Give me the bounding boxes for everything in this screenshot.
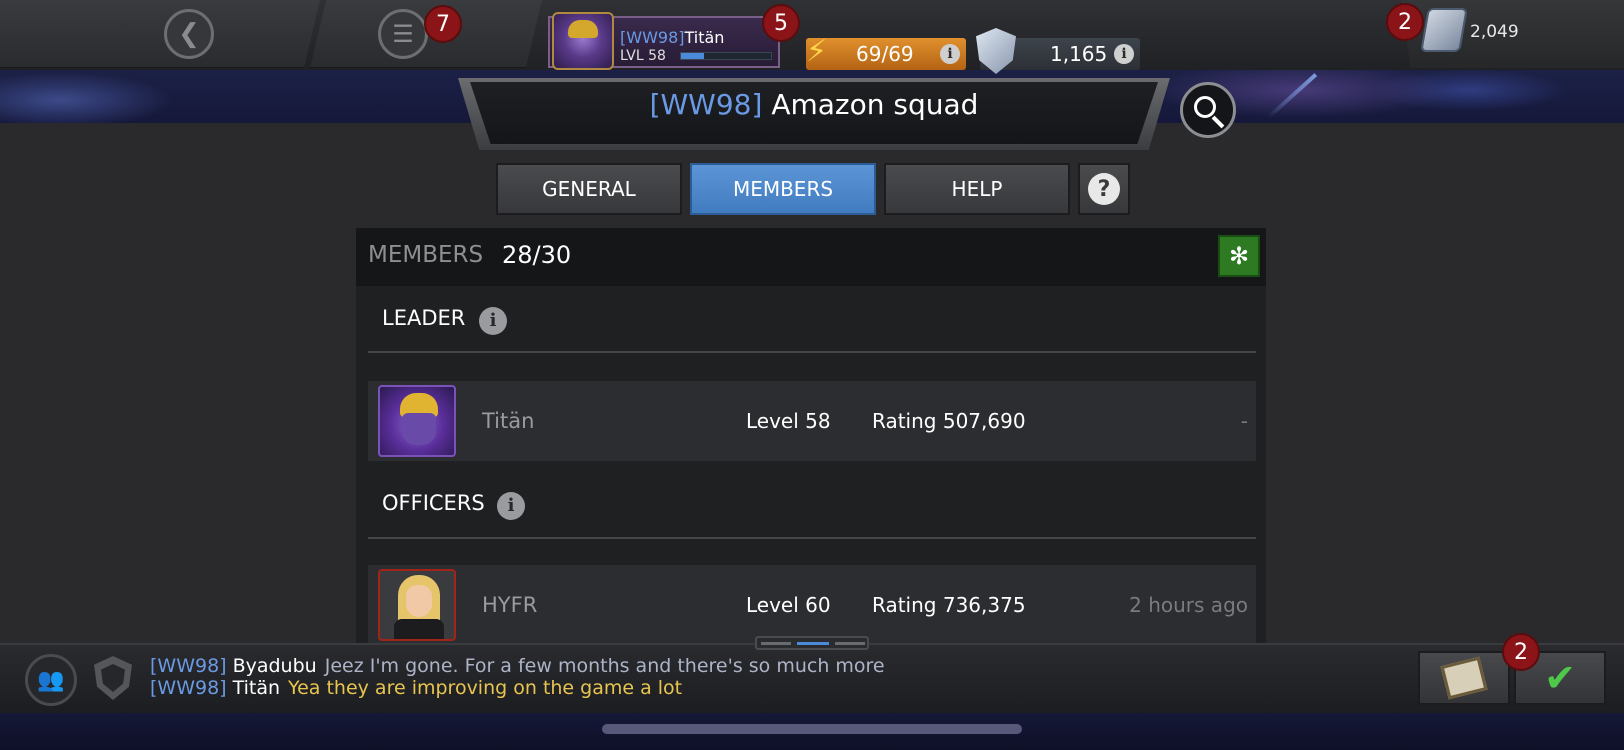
chat-sender: Titän xyxy=(232,677,281,699)
quests-notification-badge: 2 xyxy=(1502,633,1540,671)
member-row-officer[interactable]: HYFR Level 60 Rating 736,375 2 hours ago xyxy=(368,565,1256,643)
chat-text: Jeez I'm gone. For a few months and ther… xyxy=(324,655,885,677)
quests-button[interactable] xyxy=(1418,651,1510,705)
hamburger-menu-icon[interactable]: ☰ xyxy=(378,9,428,59)
tab-general[interactable]: GENERAL xyxy=(496,163,682,215)
profile-xp-fill xyxy=(681,53,704,59)
member-last-seen: - xyxy=(1240,409,1248,433)
chat-text: Yea they are improving on the game a lot xyxy=(288,677,683,699)
leader-section-title: LEADER xyxy=(382,306,466,330)
officers-info-icon[interactable]: i xyxy=(497,492,525,520)
battlechips-info-icon[interactable]: i xyxy=(1114,44,1134,64)
profile-notification-badge: 5 xyxy=(762,4,800,42)
units-value: 2,049 xyxy=(1470,22,1519,42)
profile-xp-bar xyxy=(680,52,772,60)
chat-tag: [WW98] xyxy=(150,677,227,699)
search-icon xyxy=(1194,96,1216,118)
member-name: Titän xyxy=(482,409,535,433)
member-avatar xyxy=(378,569,456,641)
chat-sender: Byadubu xyxy=(232,655,317,677)
member-avatar xyxy=(378,385,456,457)
chat-message: [WW98] Titän Yea they are improving on the… xyxy=(150,677,682,699)
help-button[interactable]: ? xyxy=(1078,163,1130,215)
member-level: Level 58 xyxy=(746,409,831,433)
tab-help[interactable]: HELP xyxy=(884,163,1070,215)
back-segment[interactable] xyxy=(0,0,320,68)
profile-player-name: Titän xyxy=(684,28,725,47)
energy-counter[interactable]: ⚡ 69/69 i xyxy=(806,34,966,70)
profile-level: LVL 58 xyxy=(620,48,666,64)
units-icon xyxy=(1420,8,1468,52)
members-panel-header: MEMBERS 28/30 xyxy=(356,228,1266,286)
player-avatar[interactable] xyxy=(552,12,614,70)
member-rating: Rating 736,375 xyxy=(872,593,1026,617)
alliance-title: [WW98] Amazon squad xyxy=(458,88,1170,121)
profile-name-line: [WW98]Titän xyxy=(620,28,724,47)
member-rating: Rating 507,690 xyxy=(872,409,1026,433)
chat-message: [WW98] Byadubu Jeez I'm gone. For a few mo… xyxy=(150,655,885,677)
lightning-bolt-icon: ⚡ xyxy=(806,34,828,69)
back-arrow-icon[interactable]: ❮ xyxy=(164,9,214,59)
alliance-title-name: Amazon squad xyxy=(771,88,979,121)
search-icon-handle xyxy=(1211,115,1225,129)
people-icon[interactable]: 👥 xyxy=(25,654,77,706)
alliance-members-screen: ❮ ☰ 7 [WW98]Titän LVL 58 5 ⚡ 69/69 i 1,1… xyxy=(0,0,1624,750)
member-level: Level 60 xyxy=(746,593,831,617)
menu-notification-badge: 7 xyxy=(424,5,462,43)
clipboard-icon xyxy=(1440,656,1488,700)
battlechips-value: 1,165 xyxy=(1050,42,1108,66)
tab-members[interactable]: MEMBERS xyxy=(690,163,876,215)
leader-info-icon[interactable]: i xyxy=(479,307,507,335)
profile-alliance-tag: [WW98] xyxy=(620,28,685,47)
members-label: MEMBERS xyxy=(368,242,484,268)
hydra-icon[interactable]: ✻ xyxy=(1218,235,1260,277)
energy-info-icon[interactable]: i xyxy=(940,44,960,64)
officers-section-title: OFFICERS xyxy=(382,491,485,515)
member-name: HYFR xyxy=(482,593,538,617)
member-last-seen: 2 hours ago xyxy=(1129,593,1248,617)
chat-tag: [WW98] xyxy=(150,655,227,677)
members-count: 28/30 xyxy=(502,241,572,269)
energy-value: 69/69 xyxy=(856,42,914,66)
member-row-leader[interactable]: Titän Level 58 Rating 507,690 - xyxy=(368,381,1256,461)
officers-divider xyxy=(368,537,1256,539)
checkmark-icon: ✔ xyxy=(1544,656,1576,700)
home-indicator[interactable] xyxy=(602,724,1022,734)
leader-divider xyxy=(368,351,1256,353)
search-button[interactable] xyxy=(1180,82,1236,138)
chat-drag-handle[interactable] xyxy=(755,636,869,650)
alliance-title-tag: [WW98] xyxy=(649,88,763,121)
question-icon: ? xyxy=(1088,173,1120,205)
units-notification-badge: 2 xyxy=(1386,3,1424,41)
